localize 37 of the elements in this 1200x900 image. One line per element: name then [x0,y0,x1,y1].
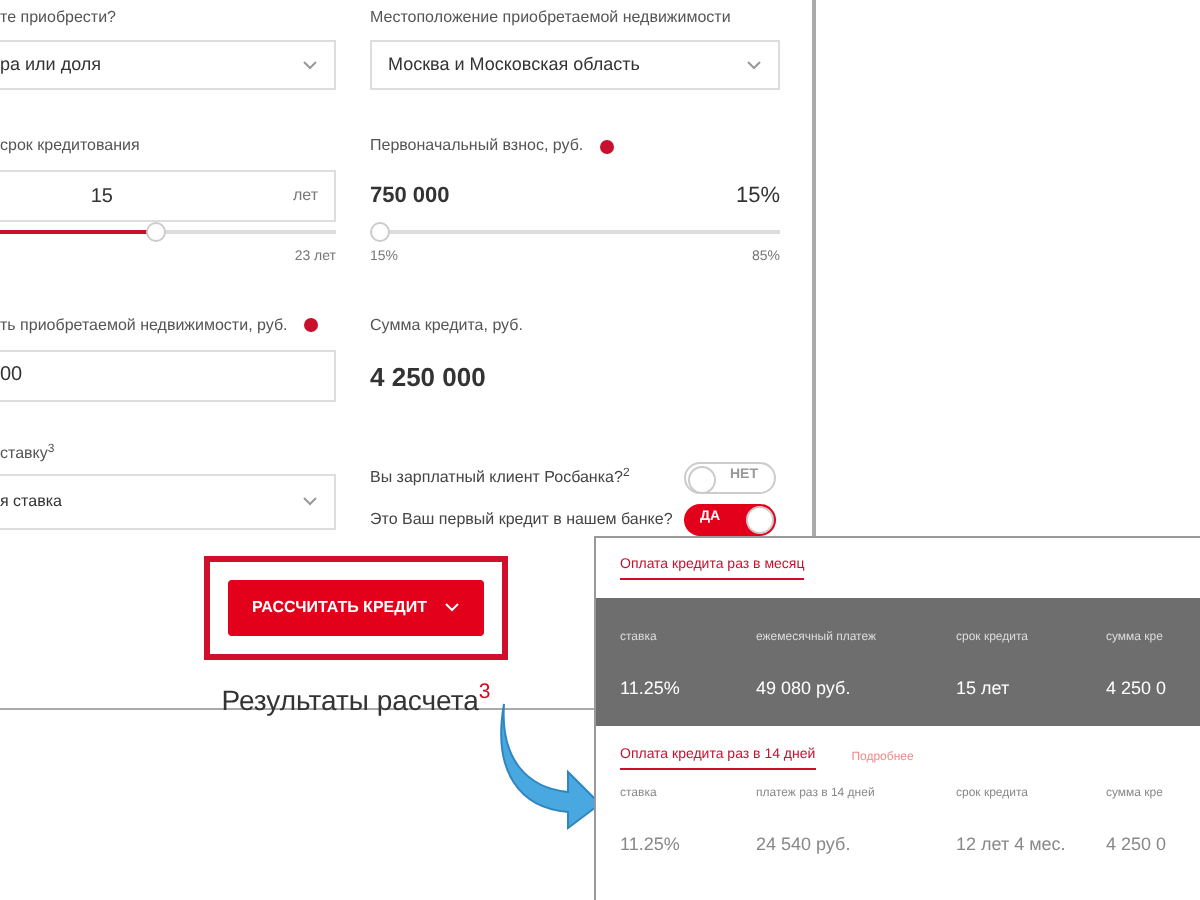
result-value: 11.25% [620,832,682,858]
down-payment-value: 750 000 [370,181,450,212]
rate-select[interactable]: я ставка [0,473,336,529]
location-select[interactable]: Москва и Московская область [370,40,780,90]
field-label: Сумма кредита, руб. [370,313,525,337]
toggle-label: Вы зарплатный клиент Росбанка?$^{2}$ [370,465,630,489]
property-type-select[interactable]: ра или доля [0,40,336,90]
field-label: Местоположение приобретаемой недвижимости [370,6,733,30]
results-title: Результаты расчета$^{3}$ [221,679,491,720]
slider-thumb[interactable] [145,222,166,242]
result-value: 4 250 0 [1106,832,1169,858]
info-icon [303,318,318,332]
result-value: 49 080 руб. [756,676,853,702]
down-payment-percent: 15% [735,181,780,212]
slider[interactable] [0,222,336,242]
toggle-label: Это Ваш первый кредит в нашем банке? [370,507,673,531]
field-label: ть приобретаемой недвижимости, руб. [0,313,288,337]
field-label: Первоначальный взнос, руб. [370,134,584,158]
slider[interactable] [370,222,780,242]
result-value: 15 лет [956,676,1012,702]
chevron-down-icon [746,60,762,70]
result-value: 24 540 руб. [756,832,853,858]
result-value: 11.25% [620,676,682,702]
calculate-button[interactable]: РАССЧИТАТЬ КРЕДИТ [228,579,484,635]
result-value: 12 лет 4 мес. [956,832,1068,858]
term-input[interactable]: 15 лет [0,170,336,222]
property-cost-input[interactable]: 00 [0,349,336,401]
field-label: срок кредитования [0,134,142,158]
slider-thumb[interactable] [370,222,390,242]
result-value: 4 250 0 [1106,676,1169,702]
chevron-down-icon [302,60,318,70]
field-label: те приобрести? [0,6,119,30]
field-label: ставку$^{3}$ [0,441,57,465]
chevron-down-icon [444,602,460,612]
chevron-down-icon [302,496,318,506]
loan-amount-value: 4 250 000 [370,359,488,395]
info-icon [599,139,614,153]
